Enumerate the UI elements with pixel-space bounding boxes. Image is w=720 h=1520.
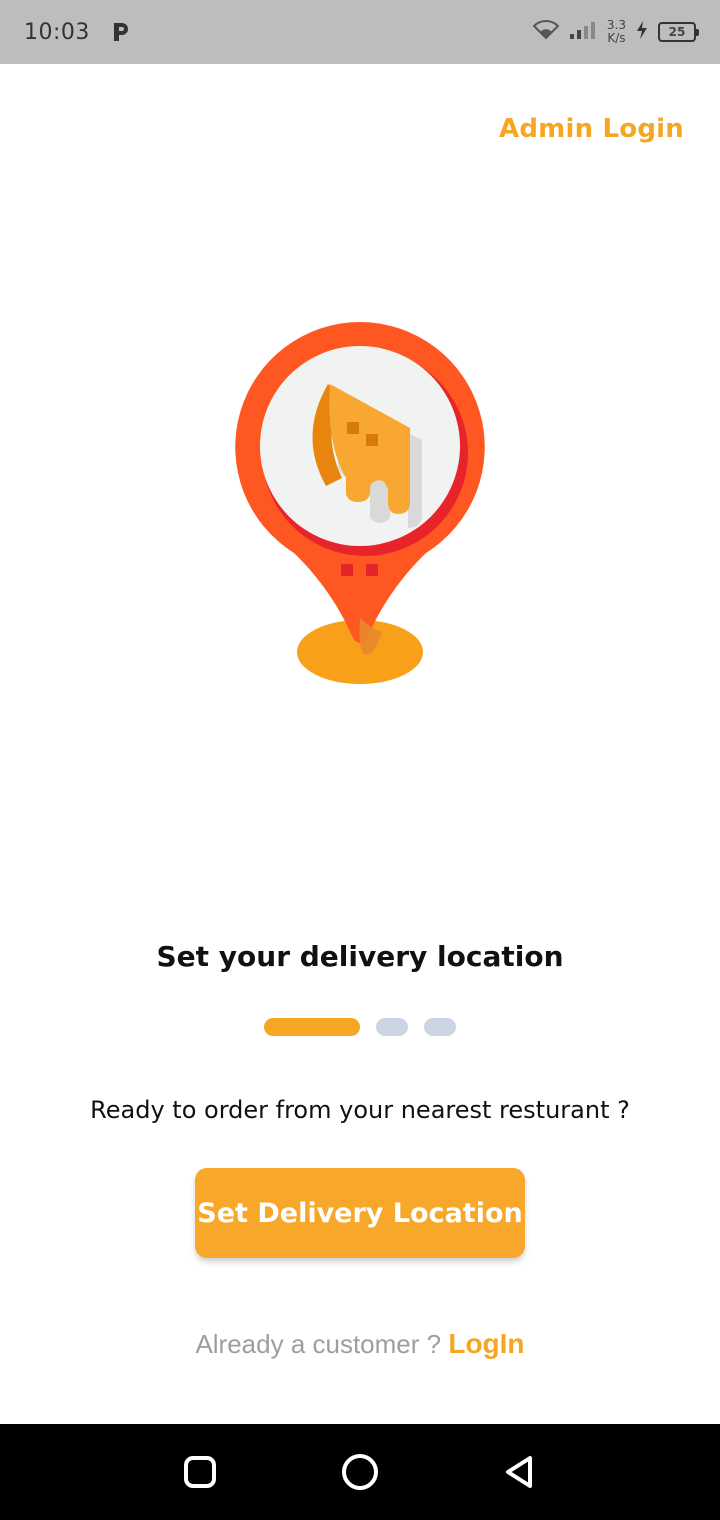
- admin-login-link[interactable]: Admin Login: [499, 114, 684, 144]
- onboarding-title: Set your delivery location: [156, 940, 564, 973]
- status-bar: 10:03 3.3 K/s 25: [0, 0, 720, 64]
- network-speed: 3.3 K/s: [607, 19, 626, 45]
- set-delivery-location-button[interactable]: Set Delivery Location: [195, 1168, 525, 1258]
- wifi-icon: [532, 20, 560, 44]
- signal-icon: [569, 20, 597, 44]
- pager-dot: [376, 1018, 408, 1036]
- login-prompt: Already a customer ? LogIn: [0, 1328, 720, 1360]
- pager-dot-active: [264, 1018, 360, 1036]
- recents-square-icon[interactable]: [176, 1448, 224, 1496]
- pizza-location-pin-icon: [230, 318, 490, 688]
- charging-icon: [636, 20, 648, 44]
- back-triangle-icon[interactable]: [496, 1448, 544, 1496]
- battery-level: 25: [668, 25, 686, 39]
- already-customer-text: Already a customer ?: [195, 1329, 442, 1359]
- status-time: 10:03: [24, 19, 90, 45]
- battery-icon: 25: [658, 22, 699, 42]
- status-left: 10:03: [24, 20, 130, 45]
- onboarding-subtitle: Ready to order from your nearest restura…: [90, 1096, 630, 1124]
- parking-app-icon: [112, 21, 130, 43]
- login-link[interactable]: LogIn: [448, 1328, 524, 1359]
- status-right: 3.3 K/s 25: [532, 19, 699, 45]
- pager-dot: [424, 1018, 456, 1036]
- system-nav-bar: [0, 1424, 720, 1520]
- home-circle-icon[interactable]: [336, 1448, 384, 1496]
- speed-unit: K/s: [607, 31, 626, 45]
- pager-indicator: [0, 1018, 720, 1036]
